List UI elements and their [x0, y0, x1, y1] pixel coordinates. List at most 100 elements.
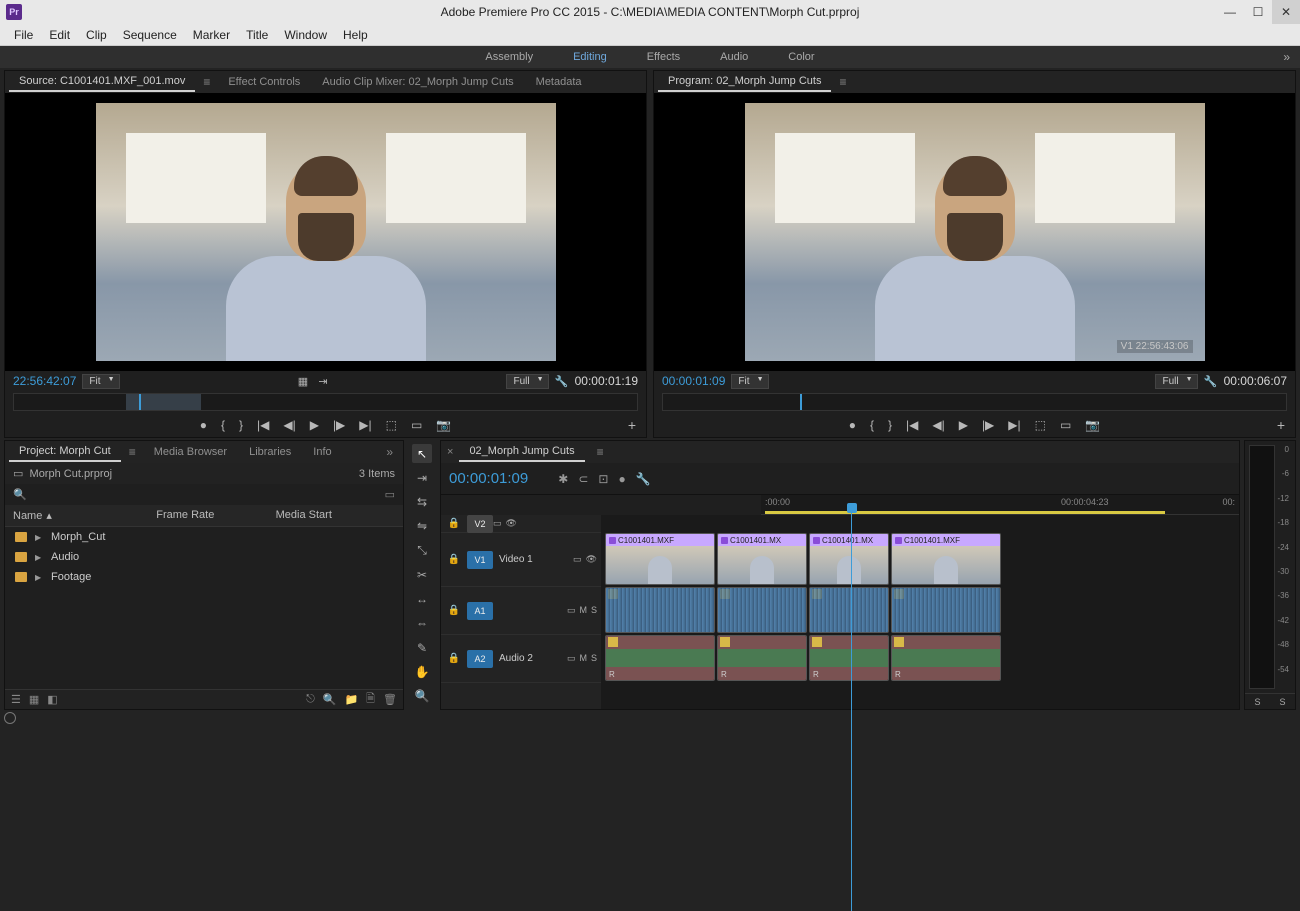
workspace-assembly[interactable]: Assembly [485, 51, 533, 63]
audio-clip[interactable]: R [605, 635, 715, 681]
workspace-effects[interactable]: Effects [647, 51, 680, 63]
rolling-edit-tool-icon[interactable]: ⇋ [412, 517, 432, 536]
track-tag-v1[interactable]: V1 [467, 551, 493, 569]
program-settings-icon[interactable]: 🔧 [1204, 374, 1218, 388]
play-icon[interactable]: ▶ [310, 418, 319, 432]
extract-icon[interactable]: ▭ [1060, 418, 1071, 432]
button-editor-icon[interactable]: + [628, 417, 636, 433]
source-scrub-bar[interactable] [13, 393, 638, 411]
lift-icon[interactable]: ⬚ [1035, 418, 1046, 432]
freeform-view-icon[interactable]: ◧ [47, 693, 57, 706]
step-forward-icon[interactable]: |▶ [333, 418, 345, 432]
play-icon[interactable]: ▶ [959, 418, 968, 432]
mark-in-icon[interactable]: { [870, 418, 874, 432]
menu-edit[interactable]: Edit [41, 28, 78, 42]
track-tag-a2[interactable]: A2 [467, 650, 493, 668]
zoom-tool-icon[interactable]: 🔍 [412, 687, 432, 706]
step-forward-icon[interactable]: |▶ [982, 418, 994, 432]
column-frame-rate[interactable]: Frame Rate [156, 509, 275, 522]
bin-row[interactable]: ▶Morph_Cut [5, 527, 403, 547]
rate-stretch-tool-icon[interactable]: ⤡ [412, 541, 432, 560]
source-timecode-duration[interactable]: 00:00:01:19 [575, 374, 638, 388]
program-quality-select[interactable]: Full [1155, 374, 1197, 389]
button-editor-icon[interactable]: + [1277, 417, 1285, 433]
tab-project[interactable]: Project: Morph Cut [9, 442, 121, 462]
program-timecode-duration[interactable]: 00:00:06:07 [1224, 374, 1287, 388]
program-scrub-bar[interactable] [662, 393, 1287, 411]
workspace-audio[interactable]: Audio [720, 51, 748, 63]
tab-audio-clip-mixer[interactable]: Audio Clip Mixer: 02_Morph Jump Cuts [312, 73, 523, 91]
automate-icon[interactable]: ⎋ [306, 693, 315, 706]
find-icon[interactable]: 🔍 [323, 693, 337, 706]
project-overflow-icon[interactable]: » [380, 445, 399, 459]
solo-button[interactable]: S [591, 605, 597, 616]
search-icon[interactable]: 🔍 [13, 488, 27, 501]
filter-bin-icon[interactable]: ▭ [385, 488, 395, 501]
mute-button[interactable]: M [579, 605, 587, 616]
tab-program[interactable]: Program: 02_Morph Jump Cuts [658, 72, 831, 92]
minimize-button[interactable]: — [1216, 0, 1244, 24]
step-back-icon[interactable]: ◀| [283, 418, 295, 432]
audio-clip[interactable] [891, 587, 1001, 633]
audio-clip[interactable]: R [891, 635, 1001, 681]
snap-icon[interactable]: ⊂ [578, 472, 588, 486]
overwrite-icon[interactable]: ▭ [411, 418, 422, 432]
ripple-edit-tool-icon[interactable]: ⇆ [412, 493, 432, 512]
insert-icon[interactable]: ⬚ [386, 418, 397, 432]
tab-sequence[interactable]: 02_Morph Jump Cuts [459, 442, 584, 462]
toggle-eye-icon[interactable]: 👁 [506, 518, 517, 529]
pen-tool-icon[interactable]: ✎ [412, 638, 432, 657]
go-to-out-icon[interactable]: ▶| [359, 418, 371, 432]
tab-info[interactable]: Info [303, 443, 341, 461]
add-marker-icon[interactable]: ● [849, 418, 856, 432]
menu-window[interactable]: Window [276, 28, 335, 42]
program-zoom-select[interactable]: Fit [731, 374, 768, 389]
track-tag-v2[interactable]: V2 [467, 515, 493, 533]
video-clip[interactable]: C1001401.MXF [891, 533, 1001, 585]
razor-tool-icon[interactable]: ✂ [412, 565, 432, 584]
menu-file[interactable]: File [6, 28, 41, 42]
audio-clip[interactable] [809, 587, 889, 633]
tab-source-clip[interactable]: Source: C1001401.MXF_001.mov [9, 72, 195, 92]
linked-selection-icon[interactable]: ⊡ [598, 472, 608, 486]
track-header-v1[interactable]: 🔒 V1 Video 1 ▭👁 [441, 533, 601, 587]
timeline-timecode[interactable]: 00:00:01:09 [449, 470, 528, 487]
solo-indicator[interactable]: S [1254, 697, 1260, 707]
slide-tool-icon[interactable]: ⇔ [412, 614, 432, 633]
export-frame-icon[interactable]: 📷 [1085, 418, 1100, 432]
source-quality-select[interactable]: Full [506, 374, 548, 389]
maximize-button[interactable]: ☐ [1244, 0, 1272, 24]
track-select-tool-icon[interactable]: ⇥ [412, 468, 432, 487]
menu-marker[interactable]: Marker [185, 28, 238, 42]
bin-row[interactable]: ▶Footage [5, 567, 403, 587]
track-tag-a1[interactable]: A1 [467, 602, 493, 620]
go-to-out-icon[interactable]: ▶| [1008, 418, 1020, 432]
safe-margins-icon[interactable]: ▦ [296, 374, 310, 388]
menu-help[interactable]: Help [335, 28, 376, 42]
output-icon[interactable]: ⇥ [316, 374, 330, 388]
clear-icon[interactable]: 🗑 [383, 693, 397, 706]
program-video-area[interactable]: V1 22:56:43:06 [654, 93, 1295, 371]
column-media-start[interactable]: Media Start [276, 509, 395, 522]
slip-tool-icon[interactable]: ↔ [412, 590, 432, 609]
menu-clip[interactable]: Clip [78, 28, 115, 42]
source-video-area[interactable] [5, 93, 646, 371]
workspace-color[interactable]: Color [788, 51, 814, 63]
menu-sequence[interactable]: Sequence [115, 28, 185, 42]
audio-clip[interactable]: R [717, 635, 807, 681]
lock-icon[interactable]: 🔒 [441, 518, 467, 529]
toggle-output-icon[interactable]: ▭ [493, 518, 502, 529]
video-clip[interactable]: C1001401.MXF [605, 533, 715, 585]
video-clip[interactable]: C1001401.MX [717, 533, 807, 585]
toggle-output-icon[interactable]: ▭ [573, 554, 582, 565]
new-bin-icon[interactable]: 📁 [344, 693, 358, 706]
close-button[interactable]: ✕ [1272, 0, 1300, 24]
tab-media-browser[interactable]: Media Browser [144, 443, 237, 461]
workspace-editing[interactable]: Editing [573, 51, 607, 63]
solo-indicator[interactable]: S [1279, 697, 1285, 707]
workspace-overflow-icon[interactable]: » [1283, 50, 1290, 64]
menu-title[interactable]: Title [238, 28, 276, 42]
program-timecode-in[interactable]: 00:00:01:09 [662, 374, 725, 388]
close-sequence-icon[interactable]: × [447, 446, 453, 458]
icon-view-icon[interactable]: ▦ [29, 693, 39, 706]
